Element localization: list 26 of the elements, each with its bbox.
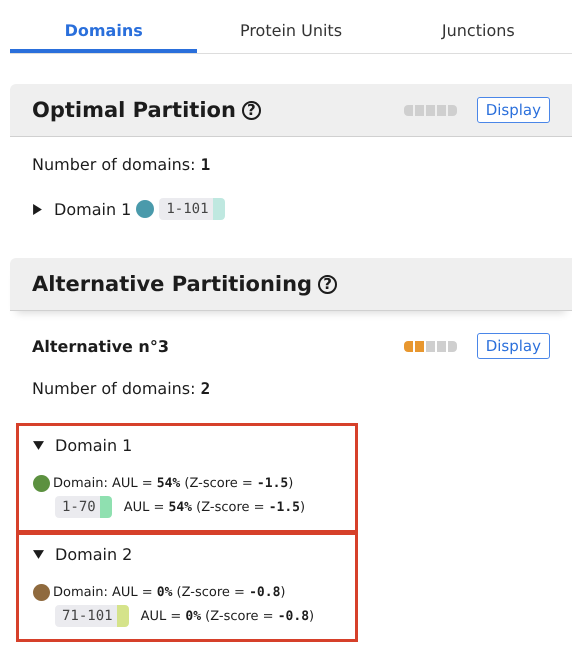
domain-summary: Domain: AUL = 54% (Z-score = -1.5)	[53, 476, 294, 491]
tab[interactable]: Protein Units	[197, 0, 385, 53]
section-title: Alternative Partitioning	[32, 272, 312, 296]
tab[interactable]: Domains	[10, 0, 198, 53]
display-button[interactable]: Display	[476, 97, 550, 123]
range-score: AUL = 54% (Z-score = -1.5)	[124, 500, 306, 514]
expand-triangle-icon[interactable]	[32, 204, 43, 214]
domain-summary: Domain: AUL = 0% (Z-score = -0.8)	[53, 585, 286, 600]
collapse-triangle-icon[interactable]	[33, 549, 44, 560]
section-title: Optimal Partition	[32, 98, 236, 122]
range-chip: 1-70	[55, 496, 100, 518]
range-score: AUL = 0% (Z-score = -0.8)	[140, 608, 314, 624]
range-chip: 1-101	[159, 198, 213, 220]
domain-label: Domain 2	[55, 545, 132, 564]
collapse-triangle-icon[interactable]	[33, 440, 44, 451]
domain-count: Number of domains: 2	[32, 379, 212, 398]
help-icon[interactable]: ?	[242, 100, 261, 120]
tab[interactable]: Junctions	[384, 0, 572, 53]
quality-meter	[404, 104, 457, 116]
range-chip: 71-101	[55, 605, 117, 627]
alternative-title: Alternative n°3	[32, 336, 169, 356]
domain-count: Number of domains: 1	[32, 155, 212, 174]
domain-label: Domain 1	[55, 436, 132, 455]
domain-label: Domain 1	[54, 200, 132, 218]
display-button[interactable]: Display	[476, 333, 550, 359]
help-icon[interactable]: ?	[318, 274, 338, 294]
